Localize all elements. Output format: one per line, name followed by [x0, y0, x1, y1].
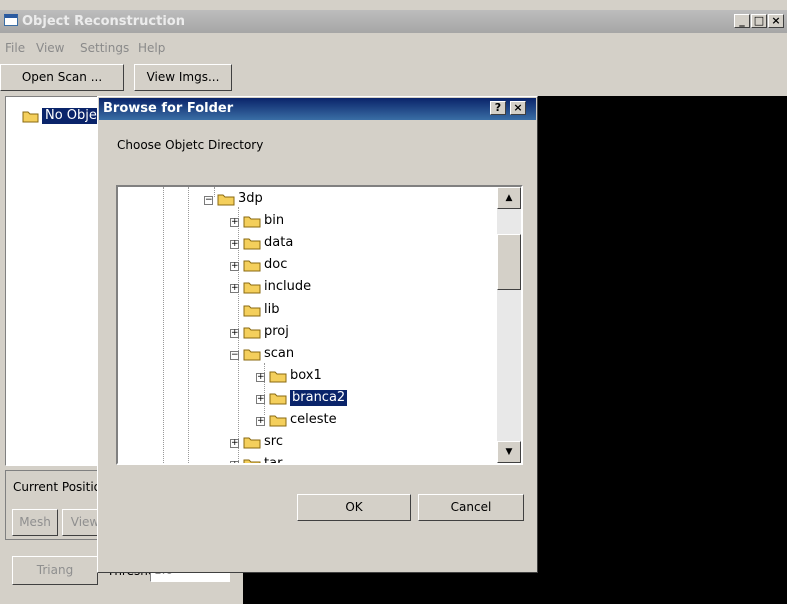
folder-label: data [264, 235, 294, 251]
folder-item[interactable]: − scan [118, 346, 498, 364]
minimize-button[interactable]: _ [734, 14, 750, 28]
open-scan-button[interactable]: Open Scan ... [0, 64, 124, 91]
folder-label: tar [264, 456, 283, 465]
folder-label: 3dp [238, 191, 263, 206]
folder-icon [243, 216, 261, 228]
menu-settings[interactable]: Settings [80, 38, 129, 58]
folder-item[interactable]: − 3dp [118, 191, 498, 209]
folder-label: doc [264, 257, 288, 273]
close-button[interactable]: × [768, 14, 784, 28]
ok-button[interactable]: OK [297, 494, 411, 521]
dialog-close-button[interactable]: × [510, 101, 526, 115]
folder-item[interactable]: + bin [118, 213, 498, 231]
folder-label: bin [264, 213, 285, 229]
folder-icon [217, 194, 235, 206]
folder-icon [243, 349, 261, 361]
expand-icon[interactable]: + [256, 372, 265, 382]
folder-icon [243, 260, 261, 272]
mesh-button[interactable]: Mesh [12, 509, 58, 536]
menu-view[interactable]: View [36, 38, 64, 58]
folder-item[interactable]: + src [118, 434, 498, 452]
collapse-icon[interactable]: − [204, 196, 213, 205]
folder-label: branca2 [288, 388, 349, 407]
folder-label: lib [264, 301, 280, 317]
scroll-up-button[interactable]: ▲ [497, 187, 521, 209]
folder-icon [243, 238, 261, 250]
triang-button[interactable]: Triang [12, 556, 98, 585]
expand-icon[interactable]: + [230, 328, 239, 338]
folder-item[interactable]: + branca2 [118, 388, 498, 408]
folder-label: celeste [290, 412, 337, 427]
folder-item[interactable]: + celeste [118, 412, 498, 430]
current-position-label: Current Position [12, 480, 110, 494]
folder-item[interactable]: + proj [118, 324, 498, 342]
folder-item[interactable]: + include [118, 279, 498, 297]
folder-icon [243, 437, 261, 449]
collapse-icon[interactable]: − [230, 350, 239, 360]
folder-item[interactable]: lib [118, 302, 498, 320]
dialog-help-button[interactable]: ? [490, 101, 506, 115]
expand-icon[interactable]: + [230, 439, 239, 449]
window-title: Object Reconstruction [22, 14, 185, 29]
view-imgs-button[interactable]: View Imgs... [134, 64, 232, 91]
folder-icon [269, 393, 287, 405]
expand-icon[interactable]: + [256, 417, 265, 426]
folder-label: box1 [290, 367, 322, 383]
dialog-prompt: Choose Objetc Directory [117, 138, 264, 152]
folder-tree-scrollbar[interactable]: ▲ ▼ [497, 187, 521, 463]
expand-icon[interactable]: + [230, 284, 239, 294]
folder-icon [243, 459, 261, 463]
expand-icon[interactable]: + [230, 240, 239, 250]
maximize-button[interactable]: □ [751, 14, 767, 28]
app-icon [4, 14, 18, 26]
folder-item[interactable]: + doc [118, 257, 498, 275]
expand-icon[interactable]: + [230, 218, 239, 228]
expand-icon[interactable]: + [230, 262, 239, 272]
folder-open-icon [22, 111, 39, 123]
folder-icon [243, 305, 261, 316]
menu-help[interactable]: Help [138, 38, 165, 58]
folder-label: include [264, 279, 312, 295]
folder-item[interactable]: + data [118, 235, 498, 253]
folder-tree[interactable]: − 3dp + bin + data + doc + include lib + proj − scan + b… [116, 185, 523, 465]
scroll-down-button[interactable]: ▼ [497, 441, 521, 463]
dialog-title: Browse for Folder [103, 101, 234, 116]
folder-icon [243, 327, 261, 339]
folder-icon [243, 282, 261, 294]
menu-file[interactable]: File [5, 38, 25, 58]
folder-icon [269, 371, 287, 383]
folder-label: proj [264, 323, 289, 339]
main-title-bar[interactable]: Object Reconstruction _ □ × [0, 10, 787, 33]
scroll-thumb[interactable] [497, 234, 521, 290]
folder-icon [269, 415, 287, 427]
folder-item[interactable]: + tar [118, 456, 498, 465]
folder-label: src [264, 434, 283, 450]
cancel-button[interactable]: Cancel [418, 494, 524, 521]
folder-item[interactable]: + box1 [118, 368, 498, 386]
expand-icon[interactable]: + [256, 394, 265, 404]
expand-icon[interactable]: + [230, 461, 239, 463]
folder-label: scan [264, 345, 295, 361]
